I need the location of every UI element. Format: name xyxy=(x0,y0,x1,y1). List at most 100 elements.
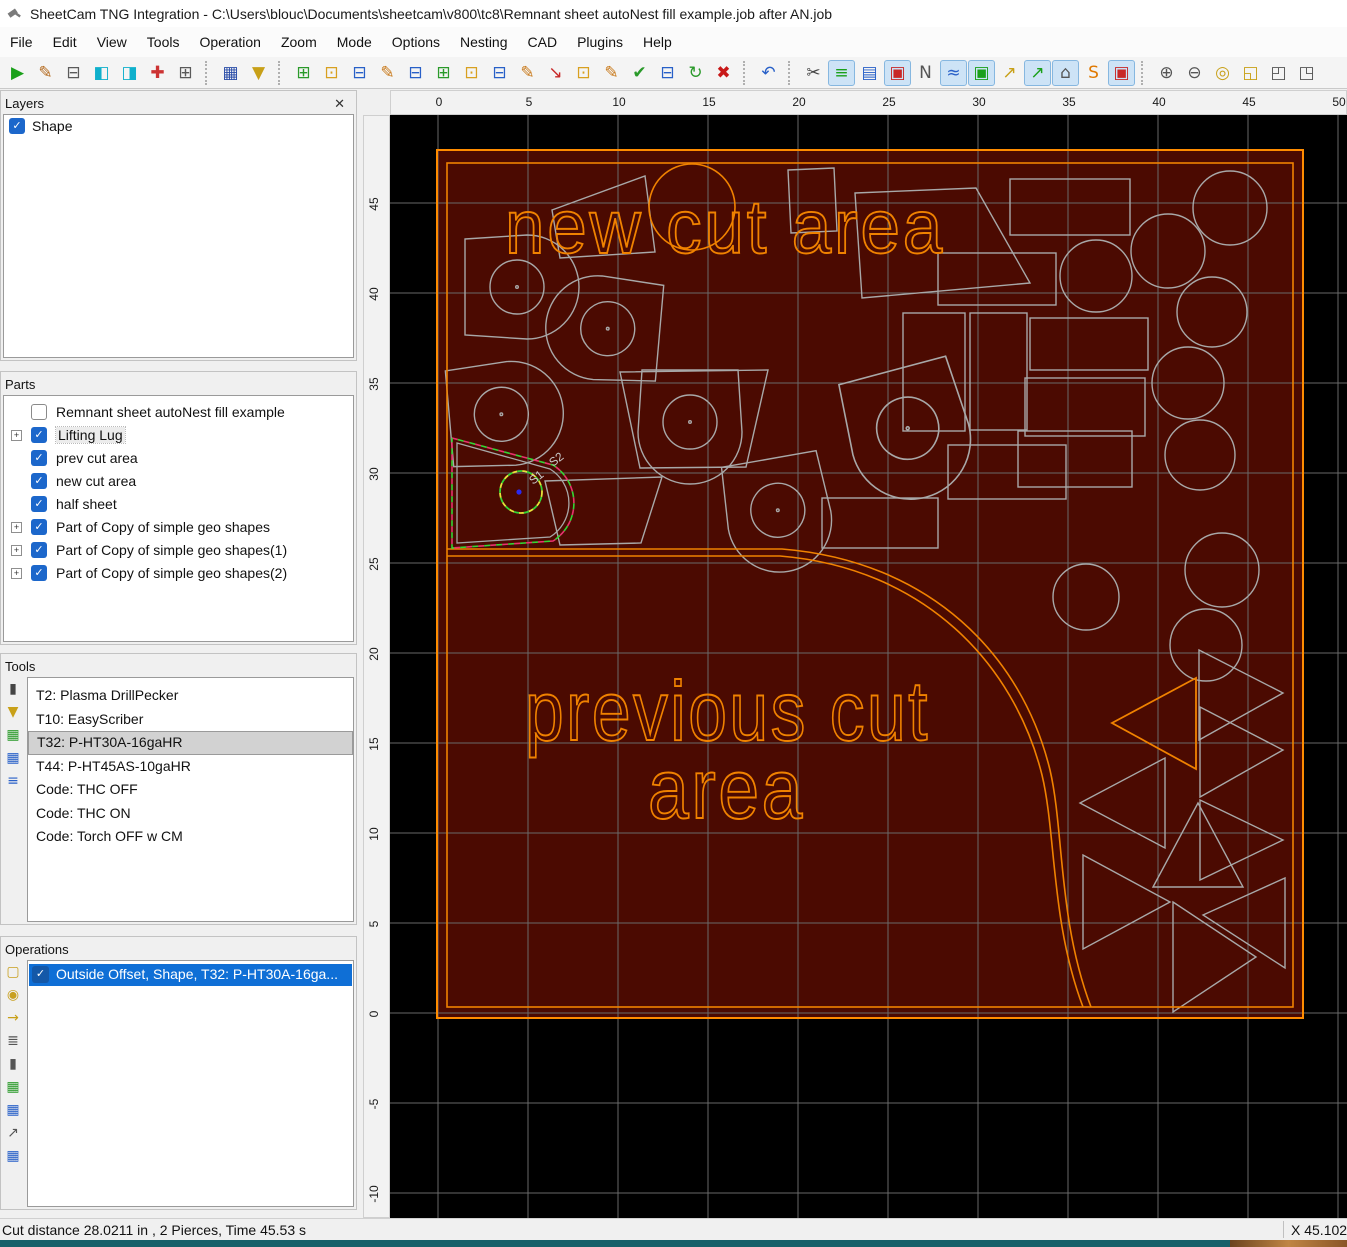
drill-tool-icon[interactable]: ▮ xyxy=(9,682,17,696)
zoom-window-icon[interactable]: ◎ xyxy=(1209,60,1236,86)
insert-code-icon[interactable]: S xyxy=(1080,60,1107,86)
part-checkbox[interactable]: ✓ xyxy=(31,404,47,420)
menu-mode[interactable]: Mode xyxy=(327,32,382,52)
torch-height-icon[interactable]: ▼ xyxy=(245,60,272,86)
op-table-icon[interactable]: ▦ xyxy=(6,1149,19,1163)
closed-paths-icon[interactable]: ▣ xyxy=(968,59,995,86)
part-row[interactable]: + ✓ Part of Copy of simple geo shapes(2) xyxy=(4,562,353,585)
cut-directions-icon[interactable]: ✚ xyxy=(144,60,171,86)
expand-icon[interactable]: + xyxy=(11,568,22,579)
view-layout-right-icon[interactable]: ◨ xyxy=(116,60,143,86)
pocket-icon[interactable]: ◉ xyxy=(7,988,19,1002)
calculator-icon[interactable]: ▦ xyxy=(217,60,244,86)
gcode-op-icon[interactable]: ▦ xyxy=(6,1080,19,1094)
part-row[interactable]: ✓ Remnant sheet autoNest fill example xyxy=(4,401,353,424)
expand-icon[interactable]: + xyxy=(11,522,22,533)
show-layers-icon[interactable]: ≡ xyxy=(828,59,855,86)
part-checkbox[interactable]: ✓ xyxy=(31,450,47,466)
menu-operation[interactable]: Operation xyxy=(189,32,270,52)
view-layout-left-icon[interactable]: ◧ xyxy=(88,60,115,86)
measure-icon[interactable]: ↗ xyxy=(1024,59,1051,86)
menu-plugins[interactable]: Plugins xyxy=(567,32,633,52)
add-drawing-icon[interactable]: ⊞ xyxy=(430,60,457,86)
plot-op-icon[interactable]: ↗ xyxy=(7,1126,19,1140)
tool-row-selected[interactable]: T32: P-HT30A-16gaHR xyxy=(28,731,353,755)
open-drawing-icon[interactable]: ⊡ xyxy=(458,60,485,86)
undo-icon[interactable]: ↶ xyxy=(755,60,782,86)
refresh-job-icon[interactable]: ↻ xyxy=(682,60,709,86)
close-icon[interactable]: ✕ xyxy=(331,96,348,112)
menu-zoom[interactable]: Zoom xyxy=(271,32,327,52)
menu-nesting[interactable]: Nesting xyxy=(450,32,517,52)
cut-coordinates-icon[interactable]: ✂ xyxy=(800,60,827,86)
drill-icon[interactable]: ▮ xyxy=(9,1057,17,1071)
tool-row[interactable]: T44: P-HT45AS-10gaHR xyxy=(28,755,353,779)
print-icon[interactable]: ⊟ xyxy=(60,60,87,86)
save-drawing-icon[interactable]: ⊟ xyxy=(486,60,513,86)
open-toolset-icon[interactable]: ⊡ xyxy=(570,60,597,86)
close-job-icon[interactable]: ✖ xyxy=(710,60,737,86)
menu-view[interactable]: View xyxy=(87,32,137,52)
post-process-icon[interactable]: ▶ xyxy=(4,60,31,86)
show-contours-icon[interactable]: ▣ xyxy=(884,59,911,86)
save-parts-icon[interactable]: ⊟ xyxy=(346,60,373,86)
part-row[interactable]: + ✓ Part of Copy of simple geo shapes xyxy=(4,516,353,539)
menu-options[interactable]: Options xyxy=(382,32,450,52)
tool-row[interactable]: T10: EasyScriber xyxy=(28,708,353,732)
part-checkbox[interactable]: ✓ xyxy=(31,519,47,535)
tool-row[interactable]: Code: THC OFF xyxy=(28,778,353,802)
outside-offset-icon[interactable]: ▢ xyxy=(6,965,19,979)
edit-tool-icon[interactable]: ✎ xyxy=(598,60,625,86)
tool-row[interactable]: Code: Torch OFF w CM xyxy=(28,825,353,849)
operation-row-selected[interactable]: ✓ Outside Offset, Shape, T32: P-HT30A-16… xyxy=(29,964,352,986)
tap-icon[interactable]: ≣ xyxy=(7,1034,19,1048)
open-parts-icon[interactable]: ⊡ xyxy=(318,60,345,86)
layer-row-shape[interactable]: ✓ Shape xyxy=(4,115,353,138)
plot-icon[interactable]: ⊞ xyxy=(172,60,199,86)
operation-checkbox[interactable]: ✓ xyxy=(32,966,49,983)
save-job-icon[interactable]: ⊟ xyxy=(402,60,429,86)
tool-row[interactable]: T2: Plasma DrillPecker xyxy=(28,684,353,708)
part-checkbox[interactable]: ✓ xyxy=(31,542,47,558)
zoom-extents-icon[interactable]: ◰ xyxy=(1265,60,1292,86)
part-checkbox[interactable]: ✓ xyxy=(31,427,47,443)
drawing-canvas[interactable]: new cut area previous cut area S1 S2 xyxy=(390,115,1347,1218)
edit-post-icon[interactable]: ✎ xyxy=(32,60,59,86)
part-row[interactable]: ✓ prev cut area xyxy=(4,447,353,470)
tool-row[interactable]: Code: THC ON xyxy=(28,802,353,826)
edit-nodes-icon[interactable]: N xyxy=(912,60,939,86)
menu-help[interactable]: Help xyxy=(633,32,682,52)
plasma-tool-icon[interactable]: ▼ xyxy=(8,705,19,719)
zoom-selected-icon[interactable]: ◳ xyxy=(1293,60,1320,86)
export-table-icon[interactable]: ▦ xyxy=(6,1103,19,1117)
machine-icon[interactable]: ⌂ xyxy=(1052,59,1079,86)
tool-table-icon[interactable]: ▦ xyxy=(6,751,19,765)
edit-drawing-icon[interactable]: ✎ xyxy=(514,60,541,86)
zoom-out-icon[interactable]: ⊖ xyxy=(1181,60,1208,86)
show-console-icon[interactable]: ▤ xyxy=(856,60,883,86)
menu-file[interactable]: File xyxy=(0,32,43,52)
expand-icon[interactable]: + xyxy=(11,430,22,441)
layer-checkbox[interactable]: ✓ xyxy=(9,118,25,134)
save-toolset-icon[interactable]: ⊟ xyxy=(654,60,681,86)
part-checkbox[interactable]: ✓ xyxy=(31,473,47,489)
add-part-icon[interactable]: ⊞ xyxy=(290,60,317,86)
part-row[interactable]: ✓ new cut area xyxy=(4,470,353,493)
part-checkbox[interactable]: ✓ xyxy=(31,496,47,512)
zoom-in-icon[interactable]: ⊕ xyxy=(1153,60,1180,86)
gcode-table-icon[interactable]: ▦ xyxy=(6,728,19,742)
tool-list-icon[interactable]: ≡ xyxy=(7,774,19,788)
show-cut-path-icon[interactable]: ▣ xyxy=(1108,59,1135,86)
edit-parts-icon[interactable]: ✎ xyxy=(374,60,401,86)
zoom-parts-icon[interactable]: ◱ xyxy=(1237,60,1264,86)
part-checkbox[interactable]: ✓ xyxy=(31,565,47,581)
torch-move-icon[interactable]: → xyxy=(7,1011,19,1025)
menu-tools[interactable]: Tools xyxy=(137,32,190,52)
expand-icon[interactable]: + xyxy=(11,545,22,556)
move-part-icon[interactable]: ↗ xyxy=(996,60,1023,86)
part-row[interactable]: + ✓ Part of Copy of simple geo shapes(1) xyxy=(4,539,353,562)
edit-spline-icon[interactable]: ≈ xyxy=(940,59,967,86)
part-row[interactable]: ✓ half sheet xyxy=(4,493,353,516)
import-drawing-icon[interactable]: ↘ xyxy=(542,60,569,86)
menu-edit[interactable]: Edit xyxy=(43,32,87,52)
